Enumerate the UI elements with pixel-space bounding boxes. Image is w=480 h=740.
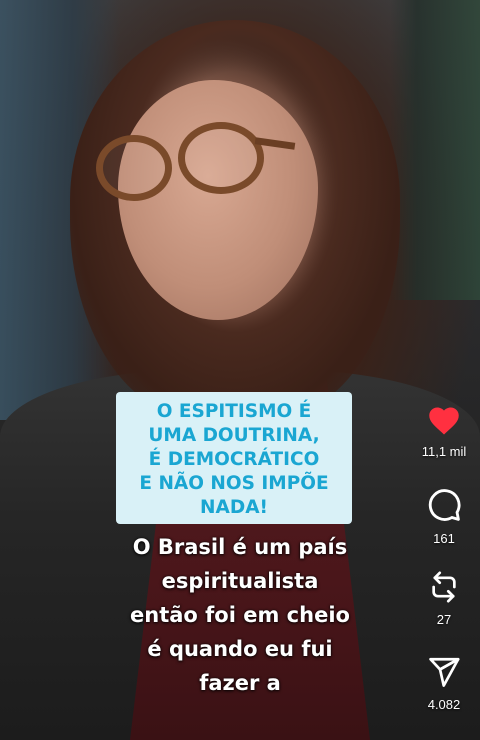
repost-count: 27 — [436, 612, 452, 627]
heart-icon — [429, 407, 459, 435]
reel-screen: O ESPITISMO É UMA DOUTRINA, É DEMOCRÁTIC… — [0, 0, 480, 740]
share-count: 4.082 — [427, 697, 461, 712]
repost-button[interactable]: 27 — [412, 570, 476, 627]
caption-line: O ESPITISMO É — [156, 401, 312, 422]
send-icon — [429, 657, 460, 687]
caption-line: É DEMOCRÁTICO — [148, 449, 320, 470]
like-button[interactable]: 11,1 mil — [412, 404, 476, 459]
subtitle-line: O Brasil é um país — [132, 535, 348, 559]
comment-count: 161 — [433, 531, 455, 546]
subtitle-line: fazer a — [199, 671, 281, 695]
caption-line: UMA DOUTRINA, — [148, 425, 320, 446]
share-button[interactable]: 4.082 — [412, 655, 476, 712]
subtitle-line: é quando eu fui — [147, 637, 333, 661]
comment-icon — [428, 489, 461, 521]
comment-button[interactable]: 161 — [412, 487, 476, 546]
background-panel-right — [390, 0, 480, 300]
glasses-lens-left — [96, 135, 172, 201]
caption-line: E NÃO NOS IMPÕE — [139, 473, 329, 494]
subtitle-block: O Brasil é um país espiritualista então … — [90, 530, 390, 700]
subtitle-line: espiritualista — [161, 569, 319, 593]
like-count: 11,1 mil — [421, 444, 467, 459]
subtitle-line: então foi em cheio — [130, 603, 350, 627]
caption-line: NADA! — [200, 497, 268, 518]
caption-box: O ESPITISMO É UMA DOUTRINA, É DEMOCRÁTIC… — [116, 392, 352, 524]
glasses-lens-right — [178, 122, 264, 194]
repost-icon — [432, 571, 456, 603]
